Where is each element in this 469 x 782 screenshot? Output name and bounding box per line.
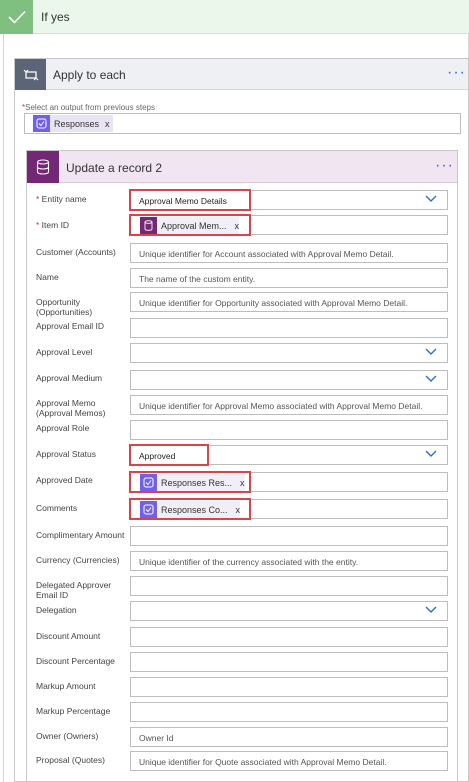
field-label-text: Opportunity (Opportunities) (36, 297, 93, 317)
field-input-markup-amount[interactable] (130, 677, 448, 697)
field-label-text: Approval Status (36, 449, 97, 459)
field-input-approval-role[interactable] (130, 420, 448, 440)
field-label-discount-percentage: Discount Percentage (36, 656, 126, 666)
field-label-approval-memo-approval-memos: Approval Memo (Approval Memos) (36, 398, 126, 418)
field-placeholder: Unique identifier for Account associated… (139, 249, 394, 259)
if-yes-header[interactable]: If yes (0, 0, 469, 34)
highlight-box (129, 471, 251, 493)
field-label-discount-amount: Discount Amount (36, 631, 126, 641)
field-input-discount-percentage[interactable] (130, 652, 448, 672)
field-label-text: Item ID (41, 220, 70, 230)
field-label-approval-level: Approval Level (36, 347, 126, 357)
field-label-text: Customer (Accounts) (36, 247, 116, 257)
field-label-text: Currency (Currencies) (36, 555, 120, 565)
field-label-text: Comments (36, 503, 78, 513)
field-input-approval-email-id[interactable] (130, 318, 448, 338)
highlight-box (129, 498, 251, 520)
field-label-approval-medium: Approval Medium (36, 373, 126, 383)
highlight-box (129, 444, 209, 466)
field-label-markup-percentage: Markup Percentage (36, 706, 126, 716)
field-label-approval-status: Approval Status (36, 449, 126, 459)
chevron-down-icon[interactable] (425, 450, 437, 460)
highlight-box (129, 214, 251, 236)
field-label-approved-date: Approved Date (36, 475, 126, 485)
chevron-down-icon[interactable] (425, 348, 437, 358)
token-label: Responses (54, 118, 100, 129)
field-input-customer-accounts[interactable]: Unique identifier for Account associated… (130, 243, 448, 263)
more-options-icon[interactable]: ··· (447, 65, 466, 81)
field-input-discount-amount[interactable] (130, 627, 448, 647)
field-label-owner-owners: Owner (Owners) (36, 731, 126, 741)
field-label-opportunity-opportunities: Opportunity (Opportunities) (36, 297, 126, 317)
field-label-name: Name (36, 272, 126, 282)
field-input-delegated-approver-email-id[interactable] (130, 576, 448, 596)
field-label-text: Discount Amount (36, 631, 101, 641)
update-record-title: Update a record 2 (66, 161, 163, 175)
field-label-proposal-quotes: Proposal (Quotes) (36, 755, 126, 765)
field-placeholder: The name of the custom entity. (139, 274, 256, 284)
field-label-currency-currencies: Currency (Currencies) (36, 555, 126, 565)
field-input-approval-memo-approval-memos[interactable]: Unique identifier for Approval Memo asso… (130, 395, 448, 415)
apply-to-each-header[interactable]: Apply to each ··· (15, 59, 468, 90)
field-label-text: Approval Medium (36, 373, 103, 383)
field-input-markup-percentage[interactable] (130, 702, 448, 722)
field-input-owner-owners[interactable]: Owner Id (130, 727, 448, 747)
remove-token-icon[interactable]: x (105, 119, 110, 129)
field-label-text: Name (36, 272, 59, 282)
field-input-opportunity-opportunities[interactable]: Unique identifier for Opportunity associ… (130, 292, 448, 312)
field-label-markup-amount: Markup Amount (36, 681, 126, 691)
field-label-delegation: Delegation (36, 605, 126, 615)
field-input-proposal-quotes[interactable]: Unique identifier for Quote associated w… (130, 751, 448, 771)
field-label-text: Approval Level (36, 347, 93, 357)
select-output-label: *Select an output from previous steps (22, 103, 155, 112)
field-placeholder: Unique identifier for Quote associated w… (139, 757, 387, 767)
field-label-text: Markup Percentage (36, 706, 111, 716)
field-label-complimentary-amount: Complimentary Amount (36, 530, 126, 540)
responses-token[interactable]: Responses x (33, 115, 113, 132)
field-label-text: Delegation (36, 605, 77, 615)
field-label-text: Discount Percentage (36, 656, 115, 666)
field-label-text: Approved Date (36, 475, 93, 485)
select-output-field[interactable]: Responses x (24, 113, 461, 134)
field-label-text: Markup Amount (36, 681, 96, 691)
chevron-down-icon[interactable] (425, 375, 437, 385)
database-icon (27, 151, 59, 183)
field-label-text: Entity name (41, 194, 87, 204)
field-label-approval-role: Approval Role (36, 423, 126, 433)
field-label-text: Proposal (Quotes) (36, 755, 105, 765)
field-label-text: Approval Memo (Approval Memos) (36, 398, 106, 418)
chevron-down-icon[interactable] (425, 195, 437, 205)
field-label-approval-email-id: Approval Email ID (36, 321, 126, 331)
field-label-item-id: * Item ID (36, 220, 126, 230)
field-placeholder: Unique identifier for Opportunity associ… (139, 298, 408, 308)
field-label-delegated-approver-email-id: Delegated Approver Email ID (36, 580, 126, 600)
field-label-customer-accounts: Customer (Accounts) (36, 247, 126, 257)
field-label-text: Approval Role (36, 423, 90, 433)
loop-icon (15, 59, 46, 90)
chevron-down-icon[interactable] (425, 606, 437, 616)
field-placeholder: Unique identifier of the currency associ… (139, 557, 359, 567)
field-label-entity-name: * Entity name (36, 194, 126, 204)
field-input-approval-medium[interactable] (130, 370, 448, 390)
field-input-delegation[interactable] (130, 601, 448, 621)
field-input-complimentary-amount[interactable] (130, 526, 448, 546)
field-label-text: Complimentary Amount (36, 530, 125, 540)
check-icon (0, 0, 33, 34)
update-record-header[interactable]: Update a record 2 ··· (27, 151, 457, 183)
more-options-icon[interactable]: ··· (435, 158, 454, 174)
apply-to-each-title: Apply to each (53, 68, 126, 82)
field-input-approval-level[interactable] (130, 343, 448, 363)
field-placeholder: Owner Id (139, 733, 174, 743)
field-placeholder: Unique identifier for Approval Memo asso… (139, 401, 423, 411)
field-label-comments: Comments (36, 503, 126, 513)
highlight-box (129, 189, 251, 211)
field-label-text: Delegated Approver Email ID (36, 580, 112, 600)
field-label-text: Owner (Owners) (36, 731, 99, 741)
forms-icon (33, 115, 50, 132)
field-input-name[interactable]: The name of the custom entity. (130, 268, 448, 288)
if-yes-title: If yes (41, 10, 70, 24)
field-input-currency-currencies[interactable]: Unique identifier of the currency associ… (130, 551, 448, 571)
field-label-text: Approval Email ID (36, 321, 105, 331)
